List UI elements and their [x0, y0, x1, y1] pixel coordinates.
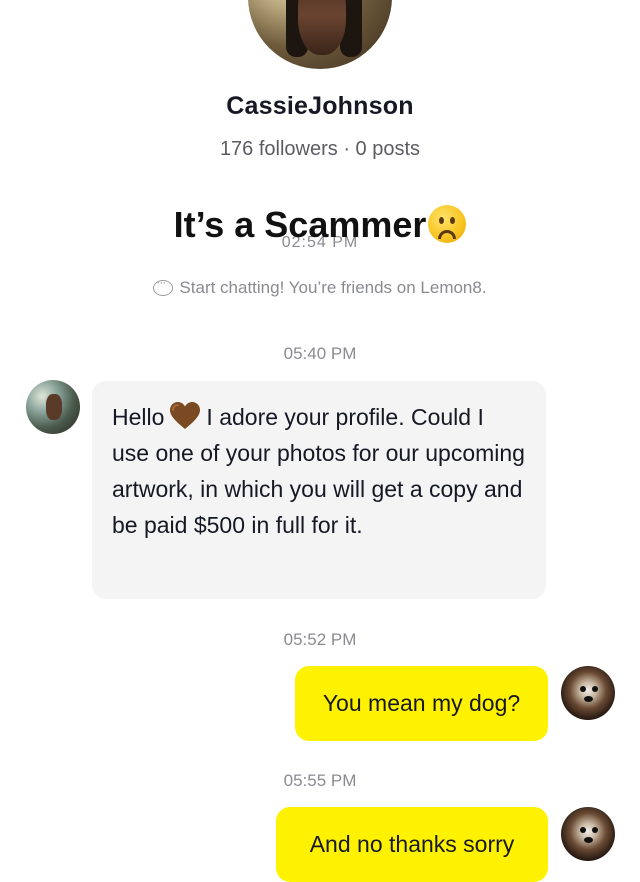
overlay-caption: It’s a Scammer	[0, 204, 640, 246]
system-note: Start chatting! You’re friends on Lemon8…	[0, 275, 640, 298]
incoming-message-bubble[interactable]: Hello I adore your profile. Could I use o…	[92, 381, 546, 599]
message-timestamp: 05:52 PM	[283, 630, 357, 649]
message-timestamp: 05:55 PM	[283, 771, 357, 790]
profile-name[interactable]: CassieJohnson	[0, 92, 640, 121]
message-text: You mean my dog?	[322, 690, 521, 716]
outgoing-message-bubble[interactable]: And no thanks sorry	[276, 807, 548, 882]
brown-heart-icon	[170, 402, 201, 429]
sender-avatar[interactable]	[26, 380, 80, 434]
system-note-text: Start chatting! You’re friends on Lemon8…	[179, 278, 487, 297]
overlay-caption-text: It’s a Scammer	[173, 204, 427, 245]
outgoing-message-bubble[interactable]: You mean my dog?	[295, 666, 548, 741]
profile-stats: 176 followers · 0 posts	[219, 138, 421, 160]
chat-bubble-icon	[153, 275, 174, 296]
message-text-start: Hello	[112, 404, 165, 430]
my-avatar[interactable]	[561, 666, 615, 720]
my-avatar[interactable]	[561, 807, 615, 861]
profile-avatar[interactable]	[248, 0, 392, 69]
message-text: And no thanks sorry	[309, 831, 515, 857]
message-timestamp: 05:40 PM	[283, 344, 357, 363]
sad-face-icon	[428, 205, 467, 243]
